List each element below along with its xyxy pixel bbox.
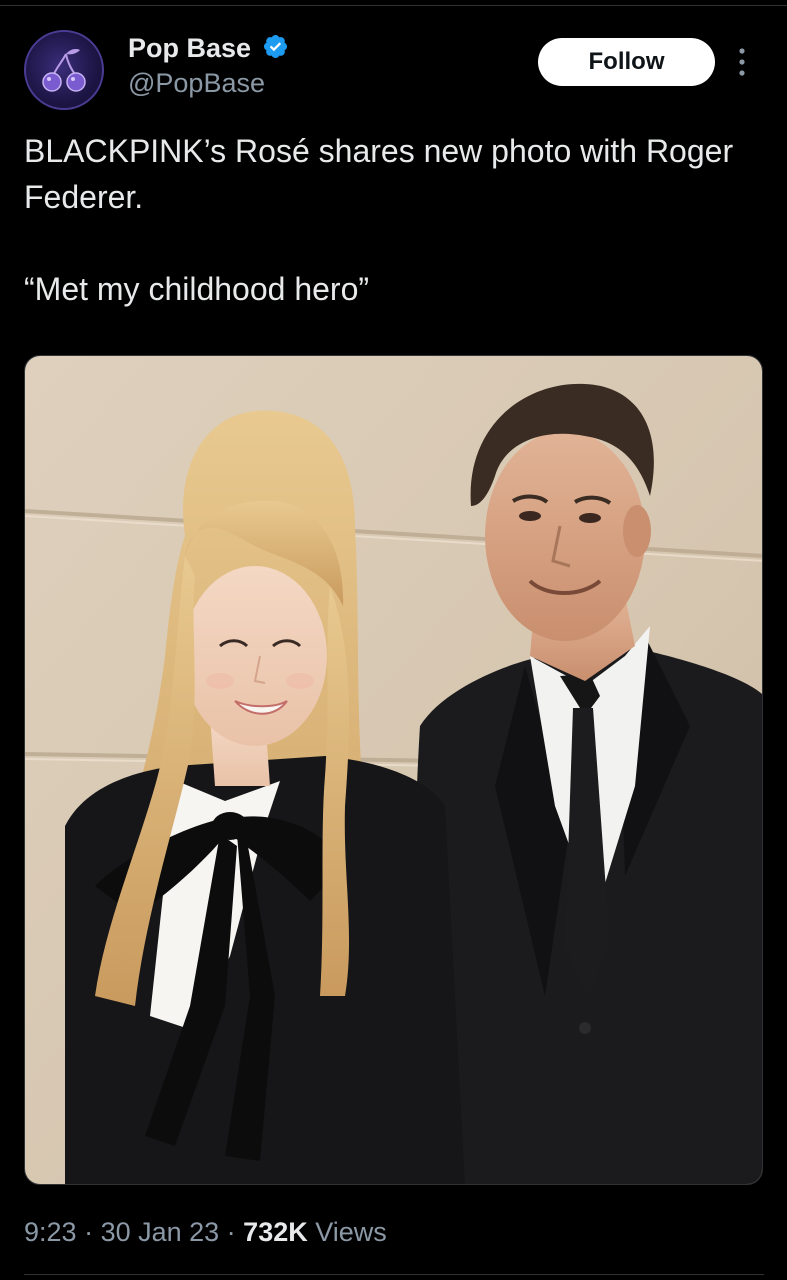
tweet-paragraph: “Met my childhood hero”: [24, 271, 370, 307]
display-name[interactable]: Pop Base: [128, 32, 251, 64]
cherry-icon: [42, 49, 86, 92]
tweet-metadata: 9:23 · 30 Jan 23 · 732K Views: [24, 1212, 387, 1252]
tweet-photo[interactable]: [24, 355, 763, 1185]
photo-illustration: [25, 356, 762, 1184]
tweet-time[interactable]: 9:23: [24, 1217, 77, 1247]
views-count[interactable]: 732K: [243, 1217, 308, 1247]
tweet-text: BLACKPINK’s Rosé shares new photo with R…: [24, 128, 764, 312]
meta-separator: ·: [76, 1217, 101, 1247]
top-divider: [0, 5, 787, 6]
more-vertical-icon[interactable]: [734, 44, 750, 80]
tweet-date[interactable]: 30 Jan 23: [101, 1217, 220, 1247]
tweet-paragraph: BLACKPINK’s Rosé shares new photo with R…: [24, 133, 734, 215]
avatar[interactable]: [24, 30, 104, 110]
tweet-header: Pop Base @PopBase Follow: [24, 30, 764, 110]
views-label[interactable]: Views: [315, 1217, 387, 1247]
verified-badge-icon: [263, 34, 287, 59]
bottom-divider: [24, 1274, 764, 1275]
handle[interactable]: @PopBase: [128, 66, 289, 100]
follow-button[interactable]: Follow: [538, 38, 715, 86]
author-name-block[interactable]: Pop Base @PopBase: [128, 32, 289, 100]
meta-separator: ·: [219, 1217, 244, 1247]
tweet-detail-page: Pop Base @PopBase Follow BLACKPINK’s Ros…: [0, 0, 787, 1280]
